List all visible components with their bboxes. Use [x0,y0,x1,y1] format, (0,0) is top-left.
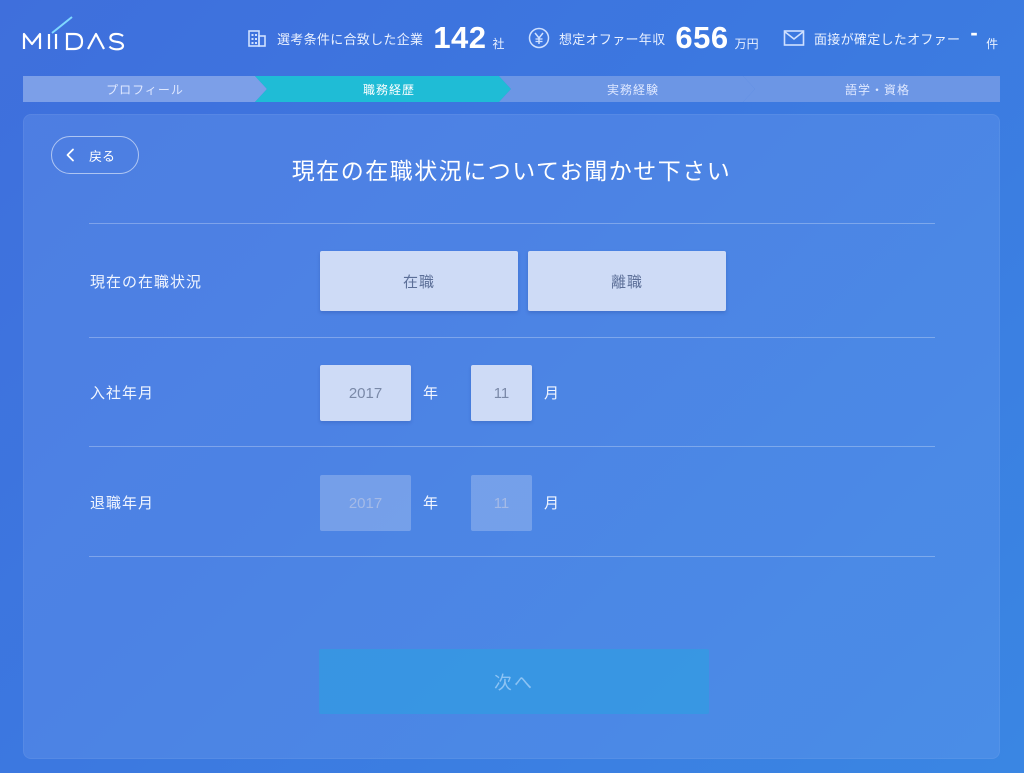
confirmed-interviews-count: - [970,20,979,45]
employment-status-card: 戻る 現在の在職状況についてお聞かせ下さい 現在の在職状況 在職 離職 入社年月… [23,114,1000,759]
matching-companies-stat: 選考条件に合致した企業 142 社 [246,16,505,60]
offer-salary-unit: 万円 [734,36,759,51]
building-icon [246,27,268,49]
progress-steps: プロフィール 職務経歴 実務経験 語学・資格 [23,76,1000,102]
step-language-qualifications[interactable]: 語学・資格 [743,76,1000,102]
leave-year-select[interactable]: 2017 [320,475,411,531]
confirmed-interviews-stat: 面接が確定したオファー - 件 [783,16,998,60]
leave-year-unit: 年 [423,494,439,512]
offer-salary-value: 656 [675,20,729,55]
step-label: 語学・資格 [844,82,910,97]
step-work-experience[interactable]: 実務経験 [499,76,755,102]
leave-month-select[interactable]: 11 [471,475,532,531]
divider [89,556,935,557]
matching-companies-count: 142 [433,20,487,55]
top-header: 選考条件に合致した企業 142 社 想定オファー年収 656 万円 面接が確定し… [0,0,1024,76]
offer-salary-label: 想定オファー年収 [559,32,666,48]
miidas-logo[interactable] [22,16,148,54]
confirmed-interviews-label: 面接が確定したオファー [814,32,961,48]
leave-month-unit: 月 [544,494,560,512]
employment-status-label: 現在の在職状況 [90,273,203,291]
divider [89,223,935,224]
join-month-select[interactable]: 11 [471,365,532,421]
matching-companies-unit: 社 [492,36,505,51]
divider [89,337,935,338]
resigned-option-button[interactable]: 離職 [528,251,726,311]
next-button[interactable]: 次へ [319,649,709,714]
leave-date-label: 退職年月 [90,494,155,512]
join-year-unit: 年 [423,384,439,402]
employed-option-button[interactable]: 在職 [320,251,518,311]
step-profile[interactable]: プロフィール [23,76,267,102]
join-date-label: 入社年月 [90,384,155,402]
yen-icon [528,27,550,49]
offer-salary-stat: 想定オファー年収 656 万円 [528,16,759,60]
step-label: 職務経歴 [362,82,415,97]
join-month-unit: 月 [544,384,560,402]
confirmed-interviews-unit: 件 [986,36,999,51]
divider [89,446,935,447]
page-title: 現在の在職状況についてお聞かせ下さい [291,159,732,185]
step-work-history[interactable]: 職務経歴 [255,76,511,102]
step-label: プロフィール [106,82,184,97]
mail-icon [783,27,805,49]
step-label: 実務経験 [606,82,659,97]
join-year-select[interactable]: 2017 [320,365,411,421]
matching-companies-label: 選考条件に合致した企業 [277,32,424,48]
